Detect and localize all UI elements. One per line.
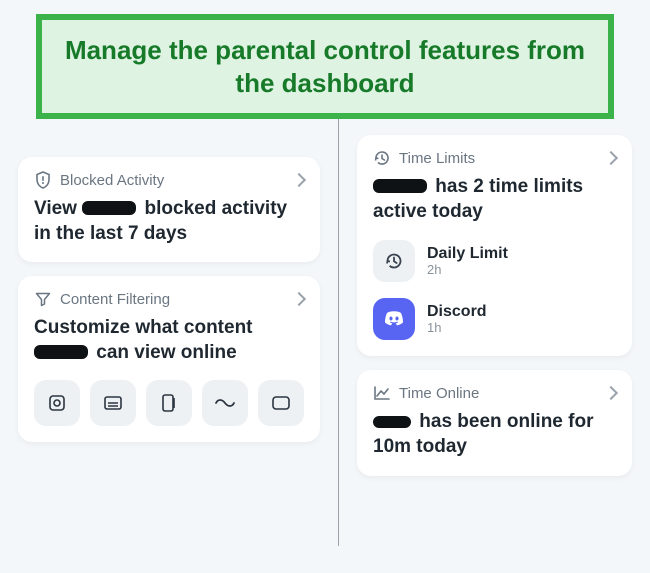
text-after: can view online [96,342,236,363]
filter-category-row [34,380,304,426]
shield-icon [34,171,52,189]
blocked-activity-card[interactable]: Blocked Activity View blocked activity i… [18,157,320,262]
filter-category-5[interactable] [258,380,304,426]
filter-category-2[interactable] [90,380,136,426]
chevron-right-icon [292,292,306,306]
limit-name: Discord [427,303,487,321]
card-title: Time Limits [399,150,475,167]
chevron-right-icon [604,151,618,165]
filter-category-1[interactable] [34,380,80,426]
limit-sub: 1h [427,321,487,336]
right-column: Time Limits has 2 time limits active tod… [339,127,650,546]
redacted-name [373,416,411,428]
limit-item-discord[interactable]: Discord 1h [373,298,616,340]
limit-text: Discord 1h [427,303,487,336]
card-body: Customize what content can view online [34,316,304,365]
time-online-card[interactable]: Time Online has been online for 10m toda… [357,370,632,475]
card-header: Content Filtering [34,290,304,308]
redacted-name [373,179,427,193]
history-icon [373,240,415,282]
history-icon [373,149,391,167]
content-filtering-card[interactable]: Content Filtering Customize what content… [18,276,320,441]
chevron-right-icon [292,173,306,187]
card-body: has 2 time limits active today [373,175,616,224]
filter-category-3[interactable] [146,380,192,426]
filter-category-4[interactable] [202,380,248,426]
instruction-banner: Manage the parental control features fro… [36,14,614,119]
limit-name: Daily Limit [427,245,508,263]
card-title: Time Online [399,385,479,402]
limit-item-daily[interactable]: Daily Limit 2h [373,240,616,282]
left-column: Blocked Activity View blocked activity i… [0,127,338,546]
funnel-icon [34,290,52,308]
card-title: Content Filtering [60,291,170,308]
limit-sub: 2h [427,263,508,278]
text-before: Customize what content [34,317,253,338]
card-header: Time Limits [373,149,616,167]
banner-text: Manage the parental control features fro… [65,35,585,98]
limit-text: Daily Limit 2h [427,245,508,278]
card-header: Blocked Activity [34,171,304,189]
redacted-name [34,345,88,359]
card-body: has been online for 10m today [373,410,616,459]
text-before: View [34,198,77,219]
card-body: View blocked activity in the last 7 days [34,197,304,246]
card-header: Time Online [373,384,616,402]
chevron-right-icon [604,386,618,400]
redacted-name [82,201,136,215]
card-title: Blocked Activity [60,172,164,189]
discord-icon [373,298,415,340]
time-limits-card[interactable]: Time Limits has 2 time limits active tod… [357,135,632,356]
chart-line-icon [373,384,391,402]
